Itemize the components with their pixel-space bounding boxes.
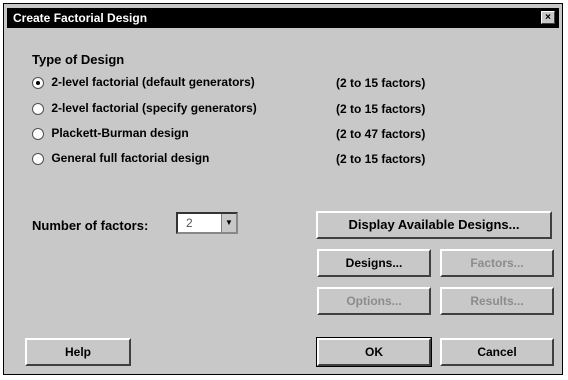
factors-button[interactable]: Factors... <box>440 249 554 277</box>
radio-2level-default[interactable]: 2-level factorial (default generators) <box>32 75 255 89</box>
chevron-down-icon[interactable]: ▼ <box>221 214 236 232</box>
radio-button-icon[interactable] <box>32 127 44 140</box>
radio-button-icon[interactable] <box>32 76 44 89</box>
results-button[interactable]: Results... <box>440 287 554 315</box>
create-factorial-design-dialog: Create Factorial Design × Type of Design… <box>3 3 563 375</box>
range-text: (2 to 15 factors) <box>336 102 426 116</box>
display-available-designs-button[interactable]: Display Available Designs... <box>316 211 552 239</box>
range-text: (2 to 15 factors) <box>336 76 426 90</box>
radio-label: 2-level factorial (specify generators) <box>51 101 257 115</box>
range-text: (2 to 15 factors) <box>336 152 426 166</box>
radio-button-icon[interactable] <box>32 152 44 165</box>
number-of-factors-label: Number of factors: <box>32 218 149 233</box>
title-bar: Create Factorial Design × <box>7 8 559 28</box>
cancel-button[interactable]: Cancel <box>440 338 554 366</box>
designs-button[interactable]: Designs... <box>317 249 431 277</box>
radio-2level-specify[interactable]: 2-level factorial (specify generators) <box>32 101 257 115</box>
type-of-design-label: Type of Design <box>32 52 125 67</box>
help-button[interactable]: Help <box>25 338 131 366</box>
window-title: Create Factorial Design <box>13 11 148 25</box>
radio-label: Plackett-Burman design <box>51 126 189 140</box>
radio-general-full-factorial[interactable]: General full factorial design <box>32 151 209 165</box>
radio-plackett-burman[interactable]: Plackett-Burman design <box>32 126 189 140</box>
radio-label: General full factorial design <box>51 151 210 165</box>
close-icon[interactable]: × <box>541 11 555 24</box>
number-of-factors-select[interactable]: 2 ▼ <box>176 212 238 234</box>
ok-button[interactable]: OK <box>316 337 432 367</box>
range-text: (2 to 47 factors) <box>336 127 426 141</box>
radio-button-icon[interactable] <box>32 102 44 115</box>
number-of-factors-value: 2 <box>186 216 193 230</box>
radio-label: 2-level factorial (default generators) <box>51 75 255 89</box>
options-button[interactable]: Options... <box>317 287 431 315</box>
